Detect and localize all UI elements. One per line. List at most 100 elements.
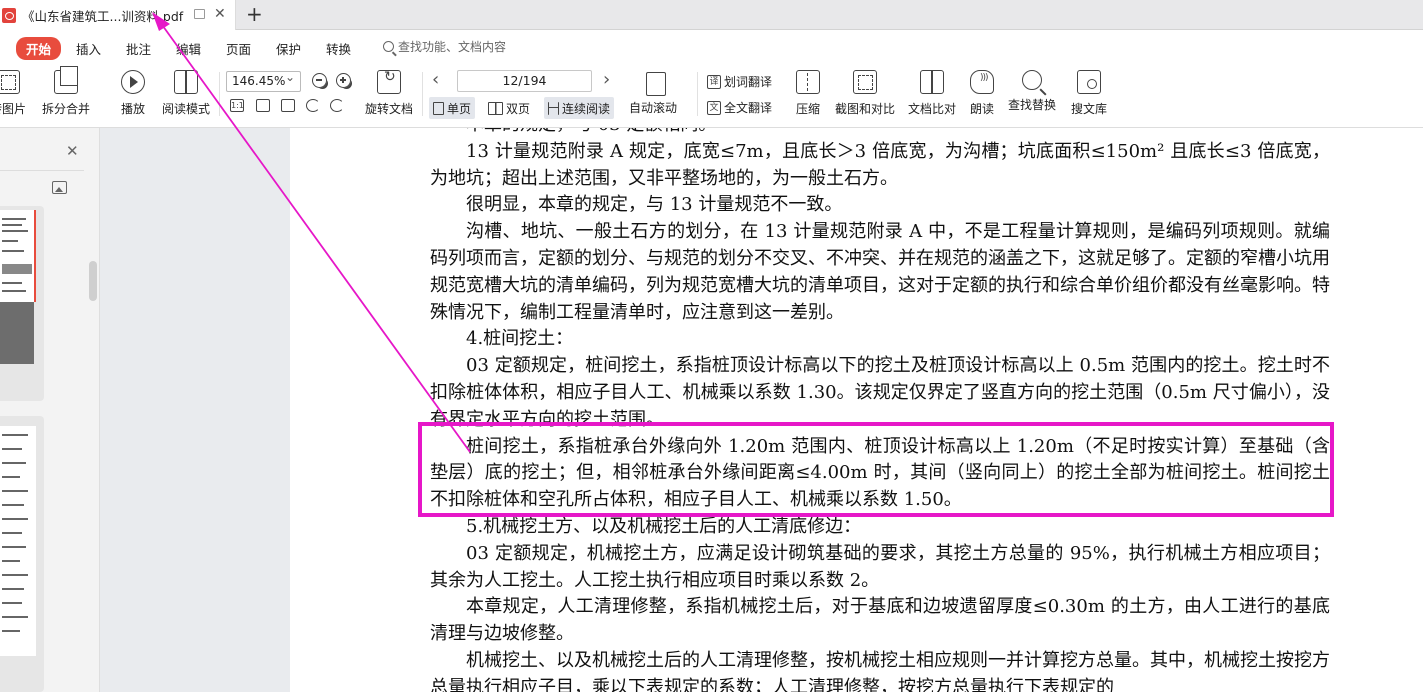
screenshot-compare-button[interactable]: 截图和对比 — [835, 70, 895, 117]
thumb-line — [2, 282, 22, 284]
read-mode-button[interactable]: 阅读模式 — [162, 70, 210, 117]
thumb-line — [2, 218, 26, 220]
menu-edit[interactable]: 编辑 — [176, 39, 201, 58]
zoom-out-icon[interactable] — [312, 73, 327, 88]
split-merge-button[interactable]: 拆分合并 — [42, 66, 91, 117]
auto-scroll-icon[interactable] — [646, 72, 666, 96]
compare-icon — [920, 70, 944, 94]
find-replace-label: 查找替换 — [1008, 98, 1057, 112]
thumb-line — [2, 546, 26, 548]
word-translate-button[interactable]: 译 划词翻译 — [707, 73, 772, 90]
toolbar-separator — [422, 72, 423, 116]
thumb-line — [2, 476, 20, 478]
fit-page-icon[interactable] — [256, 99, 270, 112]
split-merge-label: 拆分合并 — [42, 102, 91, 116]
menu-insert[interactable]: 插入 — [76, 39, 101, 58]
split-merge-icon — [54, 66, 78, 94]
menu-bar: 开始 插入 批注 编辑 页面 保护 转换 查找功能、文档内容 — [0, 30, 1423, 64]
thumb-line — [2, 448, 22, 450]
translate-icon: 译 — [707, 74, 721, 89]
zoom-select[interactable]: 146.45% — [226, 70, 301, 92]
find-icon — [1022, 70, 1042, 90]
thumb-line — [2, 574, 28, 576]
paragraph-7: 机械挖土、以及机械挖土后的人工清理修整，按机械挖土相应规则一并计算挖方总量。其中… — [430, 649, 1330, 692]
panel-divider — [0, 170, 84, 171]
thumbnail-page-12-shaded[interactable] — [0, 302, 34, 364]
menu-convert[interactable]: 转换 — [326, 39, 351, 58]
page-number-input[interactable]: 12/194 — [457, 70, 592, 92]
paragraph-6: 本章规定，人工清理修整，系指机械挖土后，对于基底和边坡遗留厚度≤0.30m 的土… — [430, 596, 1330, 645]
close-tab-icon[interactable]: ✕ — [214, 6, 226, 22]
continuous-label: 连续阅读 — [562, 101, 611, 116]
menu-protect[interactable]: 保护 — [276, 39, 301, 58]
auto-scroll-label[interactable]: 自动滚动 — [629, 99, 677, 116]
image-convert-icon — [0, 70, 20, 94]
screenshot-icon — [853, 70, 877, 94]
full-translate-button[interactable]: 文 全文翻译 — [707, 99, 772, 116]
play-icon — [121, 70, 145, 94]
play-label: 播放 — [121, 102, 146, 116]
rotate-doc-button[interactable]: 旋转文档 — [365, 69, 413, 117]
tab-bar: 《山东省建筑工...训资料.pdf ✕ + — [0, 0, 1423, 30]
thumb-line — [2, 490, 28, 492]
full-translate-icon: 文 — [707, 100, 721, 115]
read-mode-label: 阅读模式 — [162, 102, 211, 116]
doc-compare-button[interactable]: 文档比对 — [908, 70, 956, 117]
next-page-icon[interactable]: › — [603, 69, 610, 90]
play-button[interactable]: 播放 — [121, 70, 145, 117]
read-aloud-button[interactable]: 朗读 — [970, 70, 994, 117]
prev-page-icon[interactable]: ‹ — [432, 69, 439, 90]
section-heading-4: 4.桩间挖土： — [466, 328, 574, 350]
single-page-icon — [433, 101, 444, 115]
actual-size-icon[interactable]: 1:1 — [230, 99, 244, 112]
menu-start[interactable]: 开始 — [16, 37, 62, 60]
rotate-right-icon[interactable] — [330, 99, 344, 112]
rotate-left-icon[interactable] — [306, 99, 320, 112]
search-library-label: 搜文库 — [1071, 102, 1108, 116]
search-library-button[interactable]: 搜文库 — [1071, 70, 1107, 117]
thumbnail-page-13[interactable] — [0, 426, 36, 656]
word-translate-label: 划词翻译 — [724, 75, 773, 89]
panel-scrollbar[interactable] — [89, 261, 97, 301]
thumb-line — [2, 630, 20, 632]
compress-button[interactable]: 压缩 — [796, 70, 820, 117]
to-image-label: 转图片 — [0, 102, 27, 116]
thumb-line — [2, 462, 26, 464]
thumb-line — [2, 434, 28, 436]
book-icon — [174, 70, 198, 94]
thumb-line — [2, 290, 26, 292]
thumb-line — [2, 560, 20, 562]
close-panel-icon[interactable]: ✕ — [66, 142, 79, 160]
rotate-document-icon — [377, 69, 401, 94]
pdf-reader-window: 《山东省建筑工...训资料.pdf ✕ + 开始 插入 批注 编辑 页面 保护 … — [0, 0, 1423, 692]
thumbnail-panel: ✕ — [0, 128, 100, 692]
continuous-read-button[interactable]: 连续阅读 — [544, 97, 615, 119]
document-text: 本章的规定，与 03 定额相同。 13 计量规范附录 A 规定，底宽≤7m，且底… — [430, 128, 1330, 692]
toolbar-separator — [697, 72, 698, 116]
thumbnail-card-active[interactable] — [0, 206, 44, 401]
thumbnail-card[interactable] — [0, 416, 44, 692]
menu-annotate[interactable]: 批注 — [126, 39, 151, 58]
image-icon[interactable] — [52, 181, 67, 194]
new-tab-button[interactable]: + — [246, 2, 263, 26]
single-page-label: 单页 — [447, 101, 472, 116]
feature-search-box[interactable]: 查找功能、文档内容 — [383, 38, 506, 55]
thumbnail-page-11[interactable] — [0, 210, 36, 302]
fit-width-icon[interactable] — [281, 99, 295, 112]
thumb-table — [2, 264, 32, 274]
double-page-button[interactable]: 双页 — [484, 97, 534, 119]
compress-icon — [796, 70, 820, 94]
thumb-line — [2, 250, 24, 252]
single-page-button[interactable]: 单页 — [429, 97, 476, 119]
zoom-in-icon[interactable] — [336, 73, 351, 88]
library-search-icon — [1077, 70, 1101, 94]
to-image-button[interactable]: 转图片 — [0, 70, 26, 117]
page-gutter — [100, 128, 290, 692]
paragraph-4: 03 定额规定，桩间挖土，系指桩顶设计标高以下的挖土及桩顶设计标高以上 0.5m… — [430, 355, 1330, 430]
menu-page[interactable]: 页面 — [226, 39, 251, 58]
document-tab[interactable]: 《山东省建筑工...训资料.pdf ✕ — [0, 0, 236, 30]
find-replace-button[interactable]: 查找替换 — [1008, 70, 1056, 113]
search-icon — [383, 41, 394, 52]
window-restore-icon[interactable] — [194, 9, 205, 19]
paragraph-1: 13 计量规范附录 A 规定，底宽≤7m，且底长＞3 倍底宽，为沟槽；坑底面积≤… — [430, 140, 1330, 189]
